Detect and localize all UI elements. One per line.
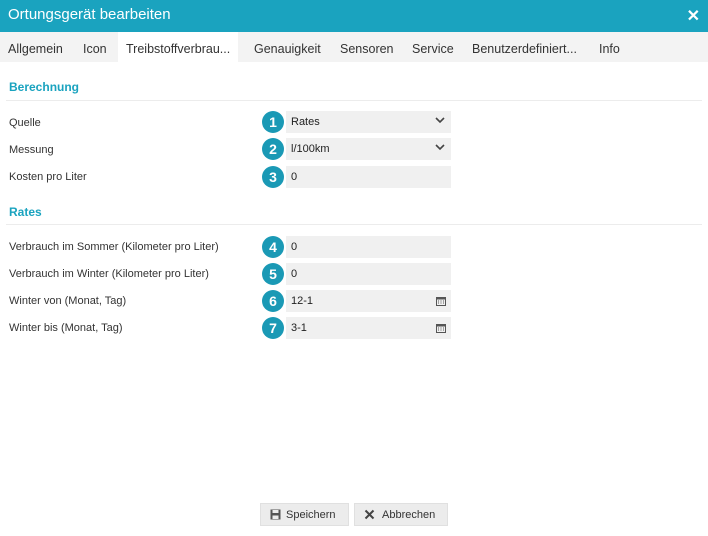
source-select[interactable]: Rates (286, 111, 451, 133)
cost-per-liter-input[interactable]: 0 (286, 166, 451, 188)
label-winter-from: Winter von (Monat, Tag) (9, 295, 127, 307)
x-icon (364, 509, 375, 520)
source-select-value: Rates (291, 116, 320, 128)
winter-from-input[interactable]: 12-1 (286, 290, 451, 312)
chevron-down-icon (435, 117, 445, 124)
label-messung: Messung (9, 144, 54, 156)
cancel-button[interactable]: Abbrechen (354, 503, 448, 526)
calendar-icon[interactable] (436, 296, 446, 306)
section-divider (6, 100, 702, 101)
step-badge: 7 (262, 317, 284, 339)
save-button[interactable]: Speichern (260, 503, 349, 526)
close-icon[interactable]: ✕ (687, 6, 700, 26)
section-divider (6, 224, 702, 225)
label-winter-to: Winter bis (Monat, Tag) (9, 322, 123, 334)
winter-to-value: 3-1 (291, 322, 307, 334)
winter-consumption-input[interactable]: 0 (286, 263, 451, 285)
summer-consumption-input[interactable]: 0 (286, 236, 451, 258)
save-button-label: Speichern (286, 509, 336, 521)
step-badge: 4 (262, 236, 284, 258)
label-quelle: Quelle (9, 117, 41, 129)
dialog-title: Ortungsgerät bearbeiten (8, 6, 171, 23)
measurement-select[interactable]: l/100km (286, 138, 451, 160)
cancel-button-label: Abbrechen (382, 509, 436, 521)
measurement-select-value: l/100km (291, 143, 330, 155)
calendar-icon[interactable] (436, 323, 446, 333)
label-summer-consumption: Verbrauch im Sommer (Kilometer pro Liter… (9, 241, 219, 253)
step-badge: 5 (262, 263, 284, 285)
tab-icon[interactable]: Icon (75, 32, 115, 62)
label-winter-consumption: Verbrauch im Winter (Kilometer pro Liter… (9, 268, 209, 280)
tab-info[interactable]: Info (591, 32, 628, 62)
tab-service[interactable]: Service (404, 32, 462, 62)
floppy-disk-icon (270, 509, 281, 520)
chevron-down-icon (435, 144, 445, 151)
dialog-titlebar: Ortungsgerät bearbeiten ✕ (0, 0, 708, 32)
step-badge: 3 (262, 166, 284, 188)
tab-allgemein[interactable]: Allgemein (0, 32, 71, 62)
winter-consumption-value: 0 (291, 268, 298, 280)
step-badge: 6 (262, 290, 284, 312)
summer-consumption-value: 0 (291, 241, 298, 253)
step-badge: 1 (262, 111, 284, 133)
cost-per-liter-value: 0 (291, 171, 298, 183)
tab-custom[interactable]: Benutzerdefiniert... (464, 32, 585, 62)
tab-bar: Allgemein Icon Treibstoffverbrau... Gena… (0, 32, 708, 62)
winter-to-input[interactable]: 3-1 (286, 317, 451, 339)
tab-fuel-consumption[interactable]: Treibstoffverbrau... (118, 32, 239, 62)
label-cost-per-liter: Kosten pro Liter (9, 171, 87, 183)
tab-sensors[interactable]: Sensoren (332, 32, 402, 62)
winter-from-value: 12-1 (291, 295, 314, 307)
section-title-rates: Rates (9, 205, 42, 219)
step-badge: 2 (262, 138, 284, 160)
section-title-berechnung: Berechnung (9, 80, 80, 94)
tab-accuracy[interactable]: Genauigkeit (246, 32, 329, 62)
